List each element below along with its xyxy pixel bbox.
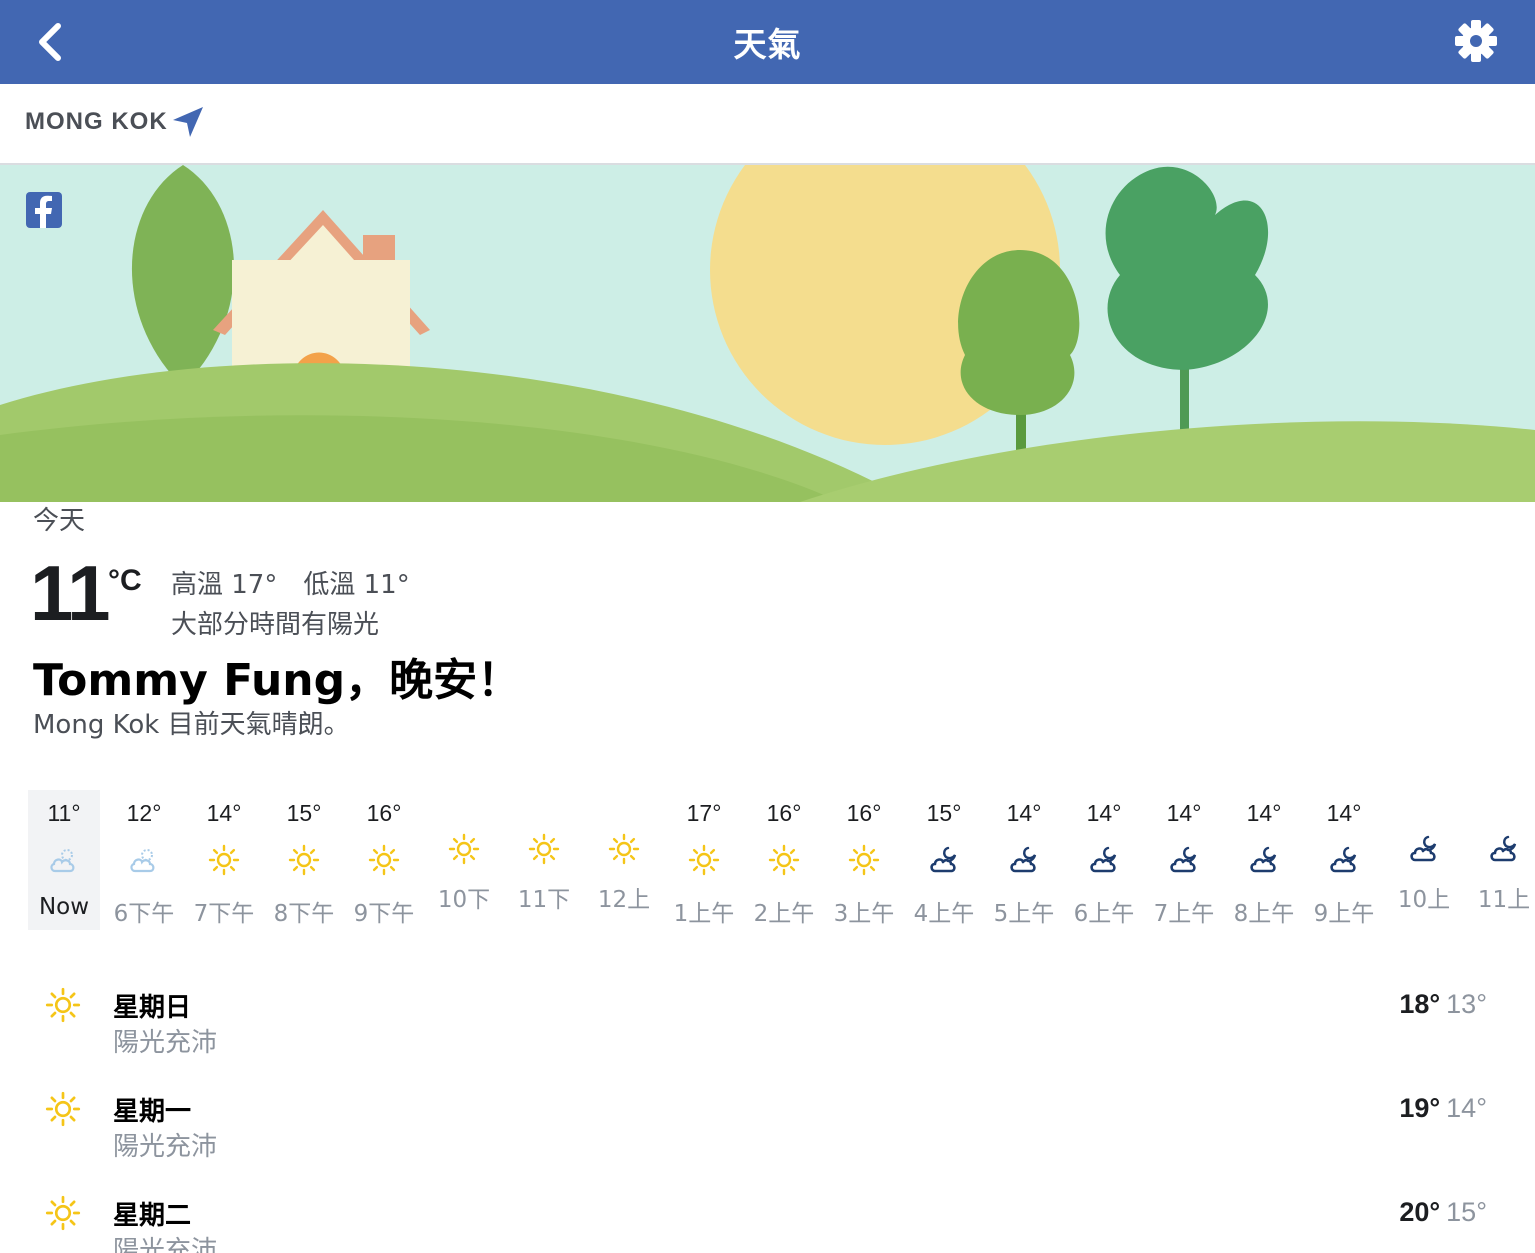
hourly-forecast[interactable]: 11° Now 12° 6下午 14° 7下午 15° 8下午 16° 9下午 10下 11下 12上 1…: [0, 790, 1535, 930]
hour-temperature: 14°: [1086, 800, 1122, 826]
weather-banner-illustration: [0, 165, 1535, 502]
gear-icon: [1455, 20, 1497, 62]
hour-item[interactable]: 14° 8上午: [1228, 790, 1300, 930]
daily-row[interactable]: 星期日陽光充沛 18° 13°: [0, 975, 1535, 1075]
cloudy-night-icon: [1410, 835, 1437, 862]
partly-cloudy-icon: [50, 849, 75, 873]
sun-icon: [45, 1091, 81, 1127]
cloudy-night-icon: [1250, 846, 1277, 873]
day-low: 13°: [1446, 989, 1487, 1019]
day-temperature-range: 19° 14°: [1399, 1093, 1487, 1124]
sun-icon: [208, 844, 240, 876]
cloudy-night-icon: [1330, 846, 1357, 873]
page-title: 天氣: [733, 25, 802, 64]
location-bar: MONG KOK: [0, 84, 1535, 165]
hour-item[interactable]: 16° 2上午: [748, 790, 820, 930]
hour-temperature: 14°: [1246, 800, 1282, 826]
sun-icon: [608, 833, 640, 865]
hour-temperature: 15°: [286, 800, 322, 826]
hour-temperature: 14°: [206, 800, 242, 826]
hour-item[interactable]: 15° 4上午: [908, 790, 980, 930]
day-condition: 陽光充沛: [113, 1028, 218, 1058]
sun-icon: [688, 844, 720, 876]
hour-item[interactable]: 11下: [508, 790, 580, 930]
hour-item[interactable]: 16° 3上午: [828, 790, 900, 930]
current-condition: 大部分時間有陽光: [171, 610, 380, 640]
sun-icon: [528, 833, 560, 865]
sun-icon: [768, 844, 800, 876]
weather-summary: Mong Kok 目前天氣晴朗。: [33, 710, 350, 740]
day-condition: 陽光充沛: [113, 1236, 218, 1253]
cloudy-night-icon: [1010, 846, 1037, 873]
day-high: 18°: [1399, 989, 1441, 1019]
hour-temperature: 11°: [47, 800, 81, 826]
day-temperature-range: 20° 15°: [1399, 1197, 1487, 1228]
hour-temperature: 16°: [846, 800, 882, 826]
hour-item[interactable]: 17° 1上午: [668, 790, 740, 930]
location-arrow-icon[interactable]: [170, 104, 206, 140]
day-high: 19°: [1399, 1093, 1441, 1123]
low-temperature: 低溫 11°: [303, 570, 410, 600]
sun-icon: [448, 833, 480, 865]
hour-item[interactable]: 14° 9上午: [1308, 790, 1380, 930]
day-name: 星期二: [113, 1201, 192, 1231]
cloudy-night-icon: [1170, 846, 1197, 873]
daily-row[interactable]: 星期一陽光充沛 19° 14°: [0, 1079, 1535, 1179]
cloudy-night-icon: [1490, 835, 1517, 862]
hour-label: 11上: [1477, 887, 1531, 913]
location-name[interactable]: MONG KOK: [25, 108, 168, 136]
partly-cloudy-icon: [130, 849, 155, 873]
hour-item[interactable]: 14° 7下午: [188, 790, 260, 930]
hour-temperature: 17°: [686, 800, 722, 826]
cloudy-night-icon: [1090, 846, 1117, 873]
hour-temperature: 15°: [926, 800, 962, 826]
hour-temperature: 16°: [766, 800, 802, 826]
sun-icon: [45, 987, 81, 1023]
sun-icon: [288, 844, 320, 876]
high-temperature: 高溫 17°: [171, 570, 278, 600]
hour-item[interactable]: 10上: [1388, 790, 1460, 930]
day-condition: 陽光充沛: [113, 1132, 218, 1162]
daily-row[interactable]: 星期二陽光充沛 20° 15°: [0, 1183, 1535, 1253]
greeting: Tommy Fung，晚安！: [33, 655, 522, 706]
day-low: 15°: [1446, 1197, 1487, 1227]
hour-now[interactable]: 11° Now: [28, 790, 100, 930]
day-temperature-range: 18° 13°: [1399, 989, 1487, 1020]
hour-item[interactable]: 14° 6上午: [1068, 790, 1140, 930]
hour-temperature: 12°: [126, 800, 162, 826]
day-name: 星期一: [113, 1097, 192, 1127]
hour-item[interactable]: 14° 5上午: [988, 790, 1060, 930]
hour-item[interactable]: 15° 8下午: [268, 790, 340, 930]
hour-temperature: 14°: [1166, 800, 1202, 826]
settings-button[interactable]: [1453, 18, 1499, 64]
hour-item[interactable]: 12上: [588, 790, 660, 930]
hour-item[interactable]: 10下: [428, 790, 500, 930]
top-navbar: 天氣: [0, 0, 1535, 84]
hour-temperature: 16°: [366, 800, 402, 826]
cloudy-night-icon: [930, 846, 957, 873]
hour-item[interactable]: 14° 7上午: [1148, 790, 1220, 930]
temperature-unit: °C: [108, 564, 142, 597]
today-label: 今天: [33, 506, 86, 536]
facebook-logo-icon: [26, 192, 62, 228]
current-temperature: 11: [30, 549, 110, 637]
day-high: 20°: [1399, 1197, 1441, 1227]
sun-icon: [45, 1195, 81, 1231]
hour-item[interactable]: 16° 9下午: [348, 790, 420, 930]
day-name: 星期日: [113, 993, 192, 1023]
hour-temperature: 14°: [1006, 800, 1042, 826]
sun-icon: [848, 844, 880, 876]
landscape-illustration: [0, 165, 1535, 502]
day-low: 14°: [1446, 1093, 1487, 1123]
hour-temperature: 14°: [1326, 800, 1362, 826]
hour-item[interactable]: 12° 6下午: [108, 790, 180, 930]
sun-icon: [368, 844, 400, 876]
hour-item[interactable]: 11上: [1468, 790, 1535, 930]
high-low-temperature: 高溫 17° 低溫 11°: [171, 564, 410, 601]
